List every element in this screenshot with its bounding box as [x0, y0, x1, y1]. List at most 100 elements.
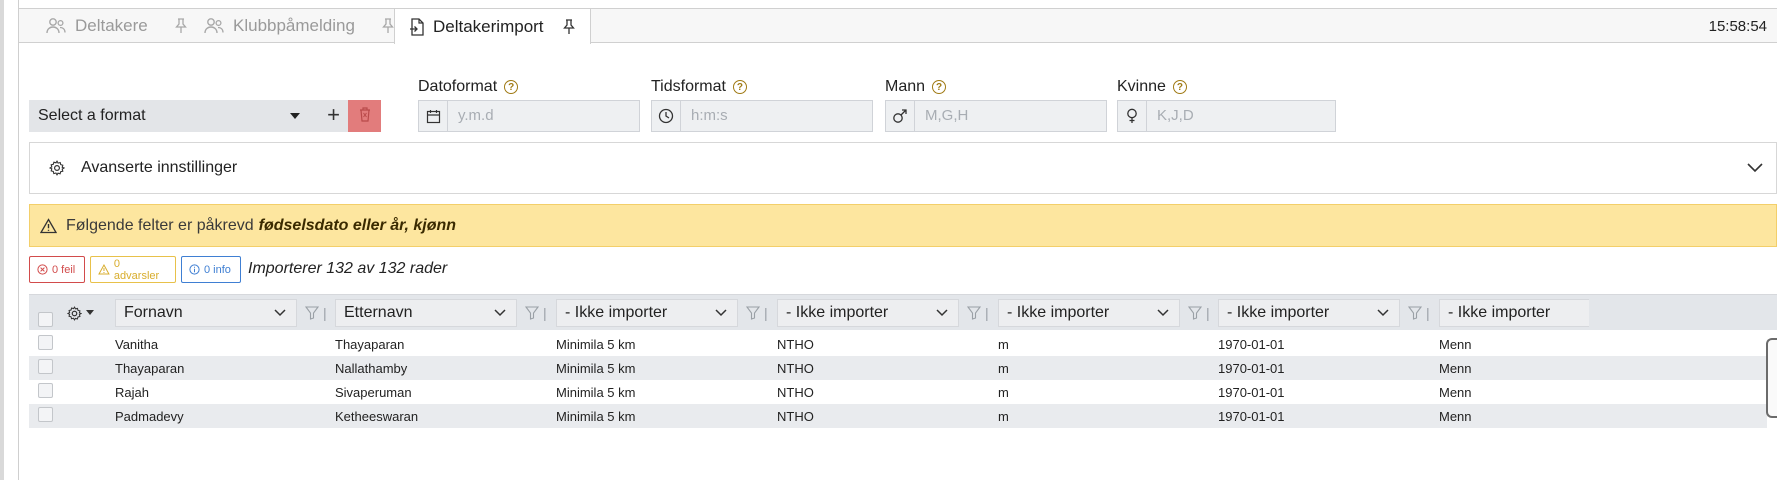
cell-col5: m	[998, 409, 1009, 424]
pin-icon[interactable]	[381, 18, 395, 34]
pin-icon[interactable]	[174, 18, 188, 34]
trash-icon	[358, 106, 372, 127]
errors-badge-label: 0 feil	[52, 263, 76, 276]
chevron-down-icon	[274, 309, 286, 317]
female-input[interactable]: K,J,D	[1147, 101, 1335, 131]
window-left-edge	[0, 0, 4, 480]
date-format-field[interactable]: y.m.d	[418, 100, 640, 132]
column-select-7[interactable]: - Ikke importer	[1439, 299, 1589, 327]
delete-format-button[interactable]	[348, 100, 381, 132]
info-badge-label: 0 info	[204, 263, 231, 276]
tab-deltakere[interactable]: Deltakere	[45, 9, 188, 43]
tab-deltakerimport-label: Deltakerimport	[433, 16, 544, 36]
cell-col3: Minimila 5 km	[556, 409, 636, 424]
help-icon[interactable]: ?	[504, 80, 519, 94]
tab-deltakerimport[interactable]: Deltakerimport	[394, 9, 591, 44]
pin-icon[interactable]	[562, 18, 576, 35]
select-all-checkbox[interactable]	[38, 305, 53, 333]
column-select-6[interactable]: - Ikke importer	[1218, 299, 1400, 327]
users-icon	[203, 17, 225, 35]
cell-col5: m	[998, 385, 1009, 400]
female-icon	[1118, 101, 1147, 131]
filter-icon[interactable]: |	[305, 299, 327, 327]
cell-col3: Minimila 5 km	[556, 361, 636, 376]
column-select-6-label: - Ikke importer	[1227, 304, 1330, 321]
column-select-7-label: - Ikke importer	[1448, 304, 1551, 321]
cell-fornavn: Rajah	[115, 385, 149, 400]
cell-col4: NTHO	[777, 385, 814, 400]
female-label-text: Kvinne	[1117, 78, 1166, 95]
row-checkbox[interactable]	[38, 383, 53, 398]
table-row[interactable]: Rajah Sivaperuman Minimila 5 km NTHO m 1…	[29, 380, 1767, 404]
chevron-down-icon[interactable]	[1746, 160, 1764, 178]
file-import-icon	[409, 17, 425, 36]
cell-col4: NTHO	[777, 337, 814, 352]
format-select-label: Select a format	[38, 107, 146, 124]
male-field[interactable]: M,G,H	[885, 100, 1107, 132]
chevron-down-icon	[290, 113, 300, 119]
filter-icon[interactable]: |	[1188, 299, 1210, 327]
column-select-4-label: - Ikke importer	[786, 304, 889, 321]
time-format-field[interactable]: h:m:s	[651, 100, 873, 132]
cell-col3: Minimila 5 km	[556, 337, 636, 352]
female-field[interactable]: K,J,D	[1117, 100, 1336, 132]
help-icon[interactable]: ?	[932, 80, 947, 94]
grid-header: Fornavn | Etternavn | - Ikke importer | …	[29, 294, 1777, 330]
warning-icon	[98, 264, 110, 275]
errors-badge[interactable]: 0 feil	[29, 256, 85, 283]
help-icon[interactable]: ?	[732, 80, 747, 94]
time-format-input[interactable]: h:m:s	[681, 101, 872, 131]
cell-fornavn: Vanitha	[115, 337, 159, 352]
help-icon[interactable]: ?	[1172, 80, 1187, 94]
calendar-icon	[419, 101, 448, 131]
male-input[interactable]: M,G,H	[915, 101, 1106, 131]
cell-col6: 1970-01-01	[1218, 385, 1285, 400]
table-row[interactable]: Thayaparan Nallathamby Minimila 5 km NTH…	[29, 356, 1767, 380]
info-badge[interactable]: 0 info	[181, 256, 241, 283]
cell-etternavn: Thayaparan	[335, 337, 405, 352]
tab-deltakere-label: Deltakere	[75, 16, 148, 35]
row-checkbox[interactable]	[38, 359, 53, 374]
cell-col7: Menn	[1439, 361, 1472, 376]
date-format-label: Datoformat ?	[418, 78, 519, 96]
vertical-scrollbar[interactable]	[1766, 338, 1777, 418]
column-select-1[interactable]: Fornavn	[115, 299, 297, 327]
table-row[interactable]: Vanitha Thayaparan Minimila 5 km NTHO m …	[29, 332, 1767, 356]
chevron-down-icon	[494, 309, 506, 317]
info-icon	[189, 264, 200, 275]
column-settings-button[interactable]	[67, 299, 94, 327]
table-row[interactable]: Padmadevy Ketheeswaran Minimila 5 km NTH…	[29, 404, 1767, 428]
advanced-settings-panel[interactable]: Avanserte innstillinger	[29, 142, 1777, 194]
filter-icon[interactable]: |	[1408, 299, 1430, 327]
filter-icon[interactable]: |	[967, 299, 989, 327]
time-format-label: Tidsformat ?	[651, 78, 747, 96]
chevron-down-icon	[1157, 309, 1169, 317]
row-checkbox[interactable]	[38, 407, 53, 422]
column-select-4[interactable]: - Ikke importer	[777, 299, 959, 327]
cell-col6: 1970-01-01	[1218, 361, 1285, 376]
row-checkbox[interactable]	[38, 335, 53, 350]
column-select-2-label: Etternavn	[344, 304, 413, 321]
clock: 15:58:54	[1708, 18, 1767, 35]
tab-klubbpamelding-label: Klubbpåmelding	[233, 16, 355, 35]
cell-etternavn: Sivaperuman	[335, 385, 412, 400]
gear-icon	[49, 160, 65, 176]
format-select[interactable]: Select a format +	[29, 100, 348, 132]
column-select-3[interactable]: - Ikke importer	[556, 299, 738, 327]
panel-divider	[18, 0, 19, 480]
gear-icon	[67, 305, 82, 321]
date-format-label-text: Datoformat	[418, 78, 498, 95]
date-format-input[interactable]: y.m.d	[448, 101, 639, 131]
warnings-badge[interactable]: 0 advarsler	[90, 256, 176, 283]
filter-icon[interactable]: |	[746, 299, 768, 327]
male-icon	[886, 101, 915, 131]
cell-col5: m	[998, 361, 1009, 376]
filter-icon[interactable]: |	[525, 299, 547, 327]
column-select-5[interactable]: - Ikke importer	[998, 299, 1180, 327]
cell-col4: NTHO	[777, 361, 814, 376]
tab-klubbpamelding[interactable]: Klubbpåmelding	[203, 9, 395, 43]
column-select-2[interactable]: Etternavn	[335, 299, 517, 327]
users-icon	[45, 17, 67, 35]
add-format-button[interactable]: +	[327, 103, 340, 127]
chevron-down-icon	[936, 309, 948, 317]
